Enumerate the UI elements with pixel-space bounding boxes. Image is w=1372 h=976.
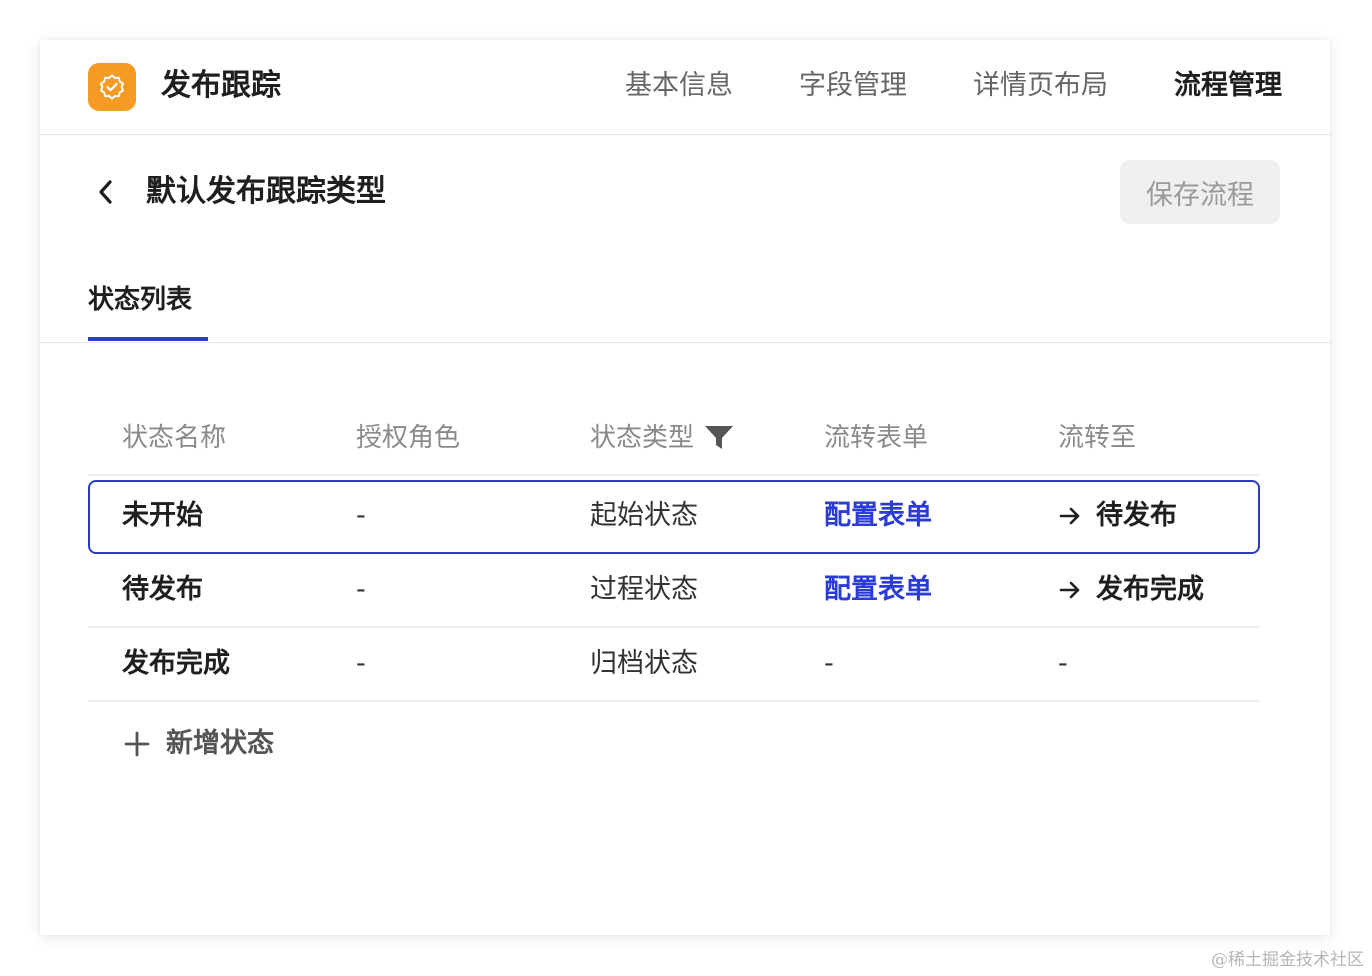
filter-icon[interactable] — [704, 424, 734, 452]
column-header-label: 状态类型 — [590, 423, 695, 453]
badge-check-icon — [100, 74, 124, 100]
nav-workflow-management[interactable]: 流程管理 — [1174, 66, 1282, 106]
top-bar: 发布跟踪 基本信息 字段管理 详情页布局 流程管理 — [40, 40, 1330, 135]
transition-target-label: 待发布 — [1096, 500, 1177, 531]
table-row[interactable]: 待发布 - 过程状态 配置表单 发布完成 — [88, 554, 1260, 628]
tab-bar: 状态列表 — [40, 280, 1330, 343]
state-role: - — [356, 648, 366, 679]
transition-form-empty: - — [824, 648, 834, 679]
nav-detail-layout[interactable]: 详情页布局 — [973, 66, 1108, 106]
column-header-label: 流转至 — [1058, 423, 1137, 453]
top-nav: 基本信息 字段管理 详情页布局 流程管理 — [559, 66, 1282, 106]
page-title: 默认发布跟踪类型 — [146, 174, 386, 209]
app-title: 发布跟踪 — [161, 68, 281, 103]
watermark: @稀土掘金技术社区 — [1211, 950, 1364, 970]
app-window: 发布跟踪 基本信息 字段管理 详情页布局 流程管理 默认发布跟踪类型 保存流程 … — [40, 40, 1330, 935]
state-role: - — [356, 500, 366, 531]
transition-target-empty: - — [1058, 648, 1068, 679]
state-type: 过程状态 — [590, 574, 698, 605]
column-header-transition-form: 流转表单 — [824, 418, 928, 458]
nav-field-management[interactable]: 字段管理 — [799, 66, 907, 106]
state-name: 待发布 — [122, 574, 203, 605]
column-header-label: 状态名称 — [122, 423, 227, 453]
state-type: 归档状态 — [590, 648, 698, 679]
transition-target: 发布完成 — [1058, 570, 1204, 610]
plus-icon — [124, 731, 150, 757]
state-role: - — [356, 574, 366, 605]
column-header-role: 授权角色 — [356, 418, 460, 458]
save-workflow-button[interactable]: 保存流程 — [1120, 160, 1280, 224]
state-type: 起始状态 — [590, 500, 698, 531]
state-name: 未开始 — [122, 500, 203, 531]
back-button[interactable] — [92, 176, 120, 208]
app-logo — [88, 63, 136, 111]
nav-basic-info[interactable]: 基本信息 — [625, 66, 733, 106]
active-tab-indicator — [88, 337, 208, 341]
add-state-label: 新增状态 — [166, 728, 274, 759]
add-state-button[interactable]: 新增状态 — [124, 724, 274, 764]
arrow-right-icon — [1058, 504, 1082, 528]
chevron-left-icon — [99, 180, 112, 204]
state-name: 发布完成 — [122, 648, 230, 679]
column-header-label: 授权角色 — [356, 423, 461, 453]
column-header-state-type: 状态类型 — [590, 418, 734, 458]
configure-form-link[interactable]: 配置表单 — [824, 496, 932, 536]
state-table: 状态名称 授权角色 状态类型 流转表单 流转至 未开始 - 起始状态 配置表单 — [88, 400, 1260, 702]
column-header-transition-to: 流转至 — [1058, 418, 1136, 458]
configure-form-link[interactable]: 配置表单 — [824, 570, 932, 610]
transition-target: 待发布 — [1058, 496, 1177, 536]
table-header: 状态名称 授权角色 状态类型 流转表单 流转至 — [88, 400, 1260, 476]
column-header-label: 流转表单 — [824, 423, 929, 453]
arrow-right-icon — [1058, 578, 1082, 602]
transition-target-label: 发布完成 — [1096, 574, 1204, 605]
table-row[interactable]: 发布完成 - 归档状态 - - — [88, 628, 1260, 702]
table-row[interactable]: 未开始 - 起始状态 配置表单 待发布 — [88, 480, 1260, 554]
tab-state-list[interactable]: 状态列表 — [88, 280, 192, 342]
column-header-state-name: 状态名称 — [122, 418, 226, 458]
